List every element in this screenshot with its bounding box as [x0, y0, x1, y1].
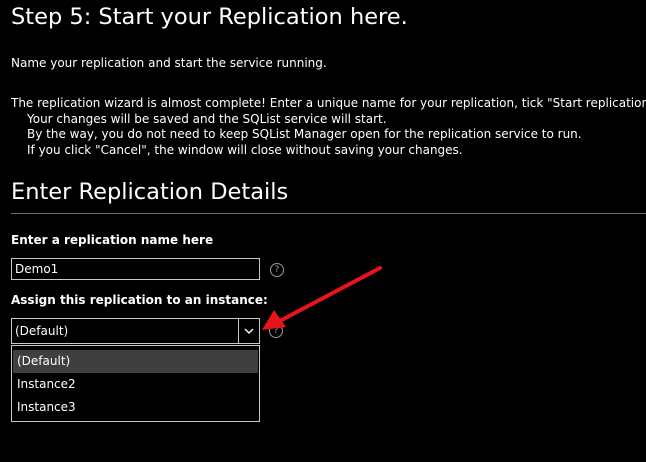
description-line: Your changes will be saved and the SQLis…: [27, 111, 387, 126]
chevron-down-icon: [244, 328, 254, 334]
instance-select[interactable]: (Default): [11, 318, 260, 344]
dropdown-option[interactable]: (Default): [13, 350, 258, 373]
replication-name-input[interactable]: [11, 258, 260, 280]
section-divider: [11, 213, 646, 214]
description-line: If you click "Cancel", the window will c…: [27, 142, 463, 157]
help-icon[interactable]: ?: [270, 263, 284, 277]
step-subtitle: Name your replication and start the serv…: [11, 56, 327, 70]
instance-dropdown-list: (Default) Instance2 Instance3: [11, 345, 260, 422]
instance-selected-value: (Default): [15, 324, 69, 338]
dropdown-option[interactable]: Instance2: [13, 373, 258, 396]
dropdown-toggle[interactable]: [238, 319, 259, 343]
section-heading: Enter Replication Details: [11, 179, 289, 205]
description-line: By the way, you do not need to keep SQLi…: [27, 127, 582, 142]
step-title: Step 5: Start your Replication here.: [11, 4, 408, 30]
dropdown-option[interactable]: Instance3: [13, 396, 258, 419]
step-description: The replication wizard is almost complet…: [11, 96, 646, 158]
help-icon[interactable]: ?: [269, 324, 283, 338]
description-line: The replication wizard is almost complet…: [11, 96, 646, 110]
instance-label: Assign this replication to an instance:: [11, 293, 268, 307]
replication-name-label: Enter a replication name here: [11, 233, 214, 247]
